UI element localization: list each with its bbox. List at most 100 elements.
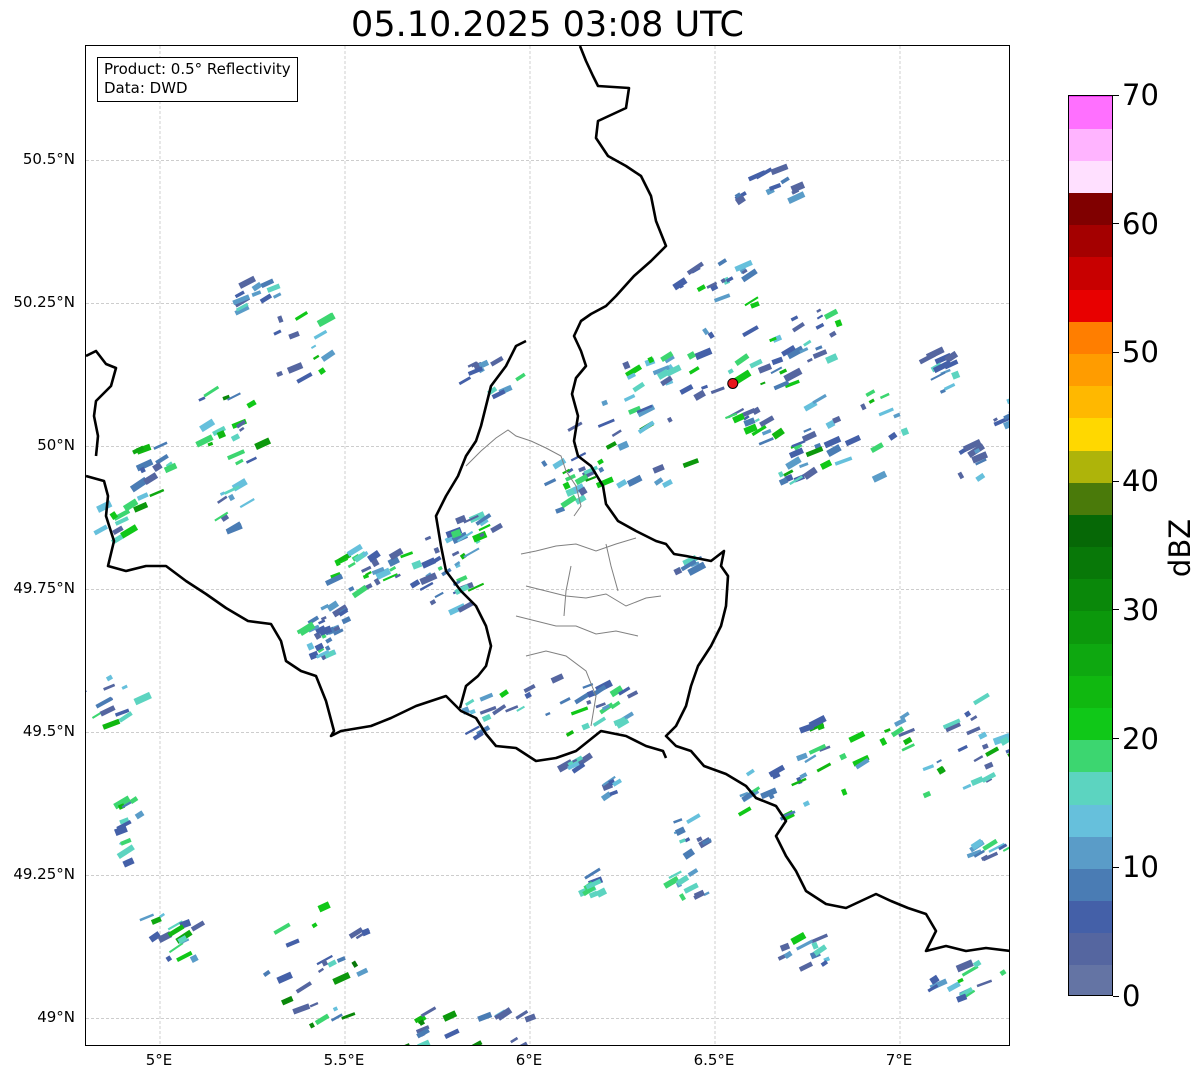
district-border [563, 565, 572, 617]
colorbar-tick [1113, 866, 1119, 868]
radar-site-marker [727, 377, 739, 389]
radar-echo-cell [429, 599, 437, 606]
radar-echo-cell [812, 393, 827, 405]
radar-echo-cell [900, 427, 910, 437]
radar-echo-cell [317, 901, 331, 913]
radar-echo-cell [999, 969, 1007, 977]
radar-echo-cell [251, 281, 263, 292]
radar-echo-cell [317, 967, 325, 973]
radar-echo-cell [792, 321, 805, 333]
radar-echo-cell [143, 472, 159, 486]
radar-echo-cell [311, 922, 318, 929]
radar-echo-cell [597, 458, 604, 466]
radar-echo-cell [930, 371, 946, 381]
radar-echo-cell [970, 776, 984, 786]
radar-echo-cell [694, 347, 713, 361]
radar-echo-cell [592, 716, 607, 727]
radar-echo-cell [860, 403, 867, 411]
colorbar-bin [1069, 578, 1112, 612]
radar-echo-cell [152, 461, 163, 473]
radar-echo-cell [779, 368, 788, 375]
product-info-box: Product: 0.5° Reflectivity Data: DWD [97, 57, 298, 102]
radar-echo-cell [868, 398, 875, 404]
radar-echo-cell [760, 381, 766, 386]
radar-echo-cell [149, 488, 165, 498]
radar-echo-cell [1009, 406, 1010, 412]
radar-echo-cell [86, 689, 87, 698]
radar-echo-cell [790, 931, 807, 945]
radar-echo-cell [296, 372, 313, 384]
radar-echo-cell [341, 616, 352, 625]
radar-echo-cell [294, 310, 309, 321]
radar-echo-cell [742, 325, 759, 338]
colorbar-tick [1113, 609, 1119, 611]
colorbar-tick [1113, 351, 1119, 353]
radar-echo-cell [902, 736, 913, 746]
radar-echo-cell [893, 412, 901, 419]
product-label: Product: 0.5° Reflectivity [104, 60, 291, 78]
radar-echo-cell [238, 426, 245, 432]
radar-echo-cell [978, 731, 988, 740]
lat-tick-label: 49.25°N [13, 865, 75, 884]
radar-echo-cell [742, 408, 756, 417]
radar-echo-cell [617, 440, 630, 451]
radar-echo-cell [682, 848, 696, 860]
map-canvas [86, 46, 1010, 1046]
radar-echo-cell [273, 329, 282, 336]
radar-echo-cell [823, 308, 839, 320]
radar-echo-cell [95, 696, 113, 709]
radar-echo-cell [805, 446, 824, 458]
radar-map[interactable] [85, 45, 1010, 1046]
colorbar-bin [1069, 256, 1112, 290]
radar-echo-cell [543, 478, 557, 487]
colorbar-bin [1069, 96, 1112, 97]
radar-echo-cell [235, 458, 244, 466]
radar-echo-cell [351, 584, 368, 599]
radar-echo-cell [286, 362, 304, 374]
radar-echo-cell [511, 1041, 529, 1045]
colorbar-bin [1069, 610, 1112, 644]
radar-echo-cell [417, 1039, 431, 1045]
colorbar-bin [1069, 449, 1112, 483]
radar-echo-cell [803, 427, 812, 433]
district-border [515, 615, 639, 637]
radar-echo-cell [347, 561, 356, 569]
colorbar-tick-label: 10 [1122, 850, 1159, 885]
radar-echo-cell [228, 493, 235, 502]
radar-echo-cell [684, 837, 691, 843]
radar-echo-cell [239, 498, 255, 509]
colorbar-tick [1113, 94, 1119, 96]
data-source-label: Data: DWD [104, 79, 188, 97]
radar-echo-cell [133, 691, 152, 706]
radar-echo-cell [653, 477, 664, 486]
radar-echo-cell [312, 354, 320, 361]
radar-echo-cell [984, 761, 994, 770]
radar-echo-cell [285, 938, 300, 948]
colorbar-bin [1069, 900, 1112, 934]
colorbar-bin [1069, 385, 1112, 419]
radar-echo-cell [701, 384, 709, 390]
radar-echo-cell [679, 838, 686, 844]
radar-echo-cell [102, 718, 121, 730]
radar-echo-cell [541, 460, 548, 468]
colorbar-bin [1069, 739, 1112, 773]
lon-tick-label: 5.5°E [323, 1051, 365, 1069]
radar-echo-cell [757, 363, 773, 374]
radar-echo-cell [825, 353, 839, 364]
radar-echo-cell [420, 1006, 437, 1018]
radar-echo-cell [598, 466, 605, 473]
radar-echo-cell [815, 322, 825, 330]
radar-echo-cell [745, 768, 755, 777]
radar-echo-cell [812, 349, 828, 359]
radar-echo-cell [199, 418, 216, 433]
radar-echo-cell [981, 743, 989, 750]
radar-echo-cell [686, 261, 704, 276]
colorbar-bin [1069, 868, 1112, 902]
radar-echo-cell [103, 683, 116, 691]
radar-echo-cell [227, 449, 246, 461]
radar-echo-cell [330, 1013, 343, 1022]
radar-echo-cell [458, 376, 472, 386]
radar-echo-cell [176, 950, 193, 963]
radar-echo-cell [435, 1045, 446, 1046]
radar-echo-cell [758, 437, 774, 446]
